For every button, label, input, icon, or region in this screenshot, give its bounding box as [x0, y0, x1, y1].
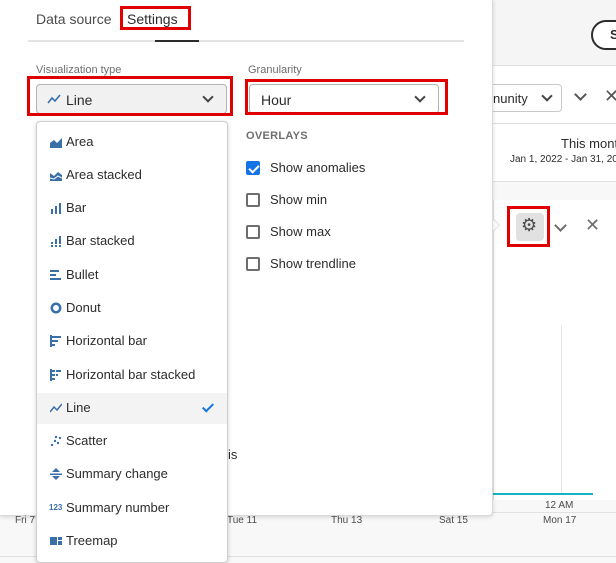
horizontal-bar-chart-icon	[50, 335, 61, 347]
menu-item-label: Line	[66, 400, 91, 415]
chevron-down-icon	[541, 90, 553, 102]
checkbox-label: Show max	[270, 224, 331, 239]
close-icon[interactable]: ✕	[604, 86, 616, 107]
axis-tick: Tue 11	[227, 515, 258, 526]
overlays-heading: OVERLAYS	[246, 130, 308, 142]
menu-item-label: Area	[66, 134, 94, 149]
menu-item-donut[interactable]: Donut	[37, 293, 227, 324]
axis-tick: Mon 17	[543, 515, 577, 526]
checkbox-label: Show min	[270, 192, 328, 207]
close-icon[interactable]: ✕	[585, 215, 600, 236]
summary-change-icon	[50, 468, 62, 480]
menu-item-bullet[interactable]: Bullet	[37, 260, 227, 291]
menu-item-label: Treemap	[66, 533, 118, 548]
menu-item-horizontal-bar-stacked[interactable]: Horizontal bar stacked	[37, 360, 227, 391]
checkbox-checked-icon[interactable]	[246, 161, 260, 175]
menu-item-horizontal-bar[interactable]: Horizontal bar	[37, 326, 227, 357]
checkbox-label: Show trendline	[270, 256, 356, 271]
area-stacked-chart-icon	[50, 172, 62, 181]
horizontal-bar-stacked-chart-icon	[50, 369, 61, 381]
bar-stacked-chart-icon	[50, 236, 62, 247]
menu-item-label: Donut	[66, 300, 101, 315]
visualization-type-highlight	[27, 76, 233, 116]
donut-chart-icon	[50, 302, 62, 314]
checkbox-icon[interactable]	[246, 225, 260, 239]
checkmark-icon	[201, 400, 215, 413]
scatter-chart-icon	[50, 435, 62, 447]
date-range-panel	[493, 124, 616, 182]
bar-chart-icon	[51, 203, 61, 214]
menu-item-label: Horizontal bar	[66, 333, 147, 348]
date-range-title[interactable]: This mont	[561, 136, 616, 151]
menu-item-bar[interactable]: Bar	[37, 193, 227, 224]
granularity-highlight	[245, 79, 448, 115]
granularity-label: Granularity	[248, 64, 302, 76]
menu-item-label: Area stacked	[66, 167, 142, 182]
menu-item-label: Horizontal bar stacked	[66, 367, 196, 382]
treemap-icon	[50, 537, 62, 545]
menu-item-label: Summary number	[66, 500, 170, 515]
chart-gridline	[561, 325, 562, 495]
axis-tick: Thu 13	[331, 515, 363, 526]
menu-item-label: Scatter	[66, 433, 108, 448]
menu-item-area[interactable]: Area	[37, 127, 227, 158]
menu-item-scatter[interactable]: Scatter	[37, 426, 227, 457]
partial-label: is	[228, 447, 238, 462]
menu-item-summary-number[interactable]: 123 Summary number	[37, 493, 227, 524]
checkbox-label: Show anomalies	[270, 160, 366, 175]
axis-tick: Sat 15	[439, 515, 468, 526]
visualization-type-menu: Area Area stacked Bar Bar stacked Bullet…	[36, 121, 228, 563]
menu-item-label: Bar stacked	[66, 233, 135, 248]
menu-item-area-stacked[interactable]: Area stacked	[37, 160, 227, 191]
axis-tick-time: 12 AM	[545, 500, 574, 511]
tab-active-indicator	[155, 40, 199, 42]
menu-item-treemap[interactable]: Treemap	[37, 526, 227, 557]
axis-tick: Fri 7	[15, 515, 35, 526]
top-bar-button[interactable]: S	[591, 20, 616, 50]
visualization-type-label: Visualization type	[36, 64, 122, 76]
area-chart-icon	[50, 138, 62, 148]
tab-data-source[interactable]: Data source	[36, 11, 111, 27]
chart-series-line	[493, 493, 593, 495]
menu-item-label: Summary change	[66, 466, 168, 481]
settings-tab-highlight	[120, 6, 191, 30]
menu-item-label: Bullet	[66, 267, 99, 282]
menu-item-label: Bar	[66, 200, 87, 215]
bullet-chart-icon	[50, 270, 61, 280]
tab-bar: Data source Settings	[28, 0, 464, 42]
date-range-value: Jan 1, 2022 - Jan 31, 202	[510, 154, 616, 165]
menu-item-bar-stacked[interactable]: Bar stacked	[37, 226, 227, 257]
line-chart-icon	[50, 403, 62, 413]
menu-item-summary-change[interactable]: Summary change	[37, 459, 227, 490]
settings-highlight	[507, 206, 550, 247]
segment-dropdown-label: nunity	[493, 91, 528, 106]
summary-number-icon: 123	[49, 503, 63, 512]
checkbox-icon[interactable]	[246, 257, 260, 271]
menu-item-line[interactable]: Line	[37, 393, 227, 424]
checkbox-icon[interactable]	[246, 193, 260, 207]
